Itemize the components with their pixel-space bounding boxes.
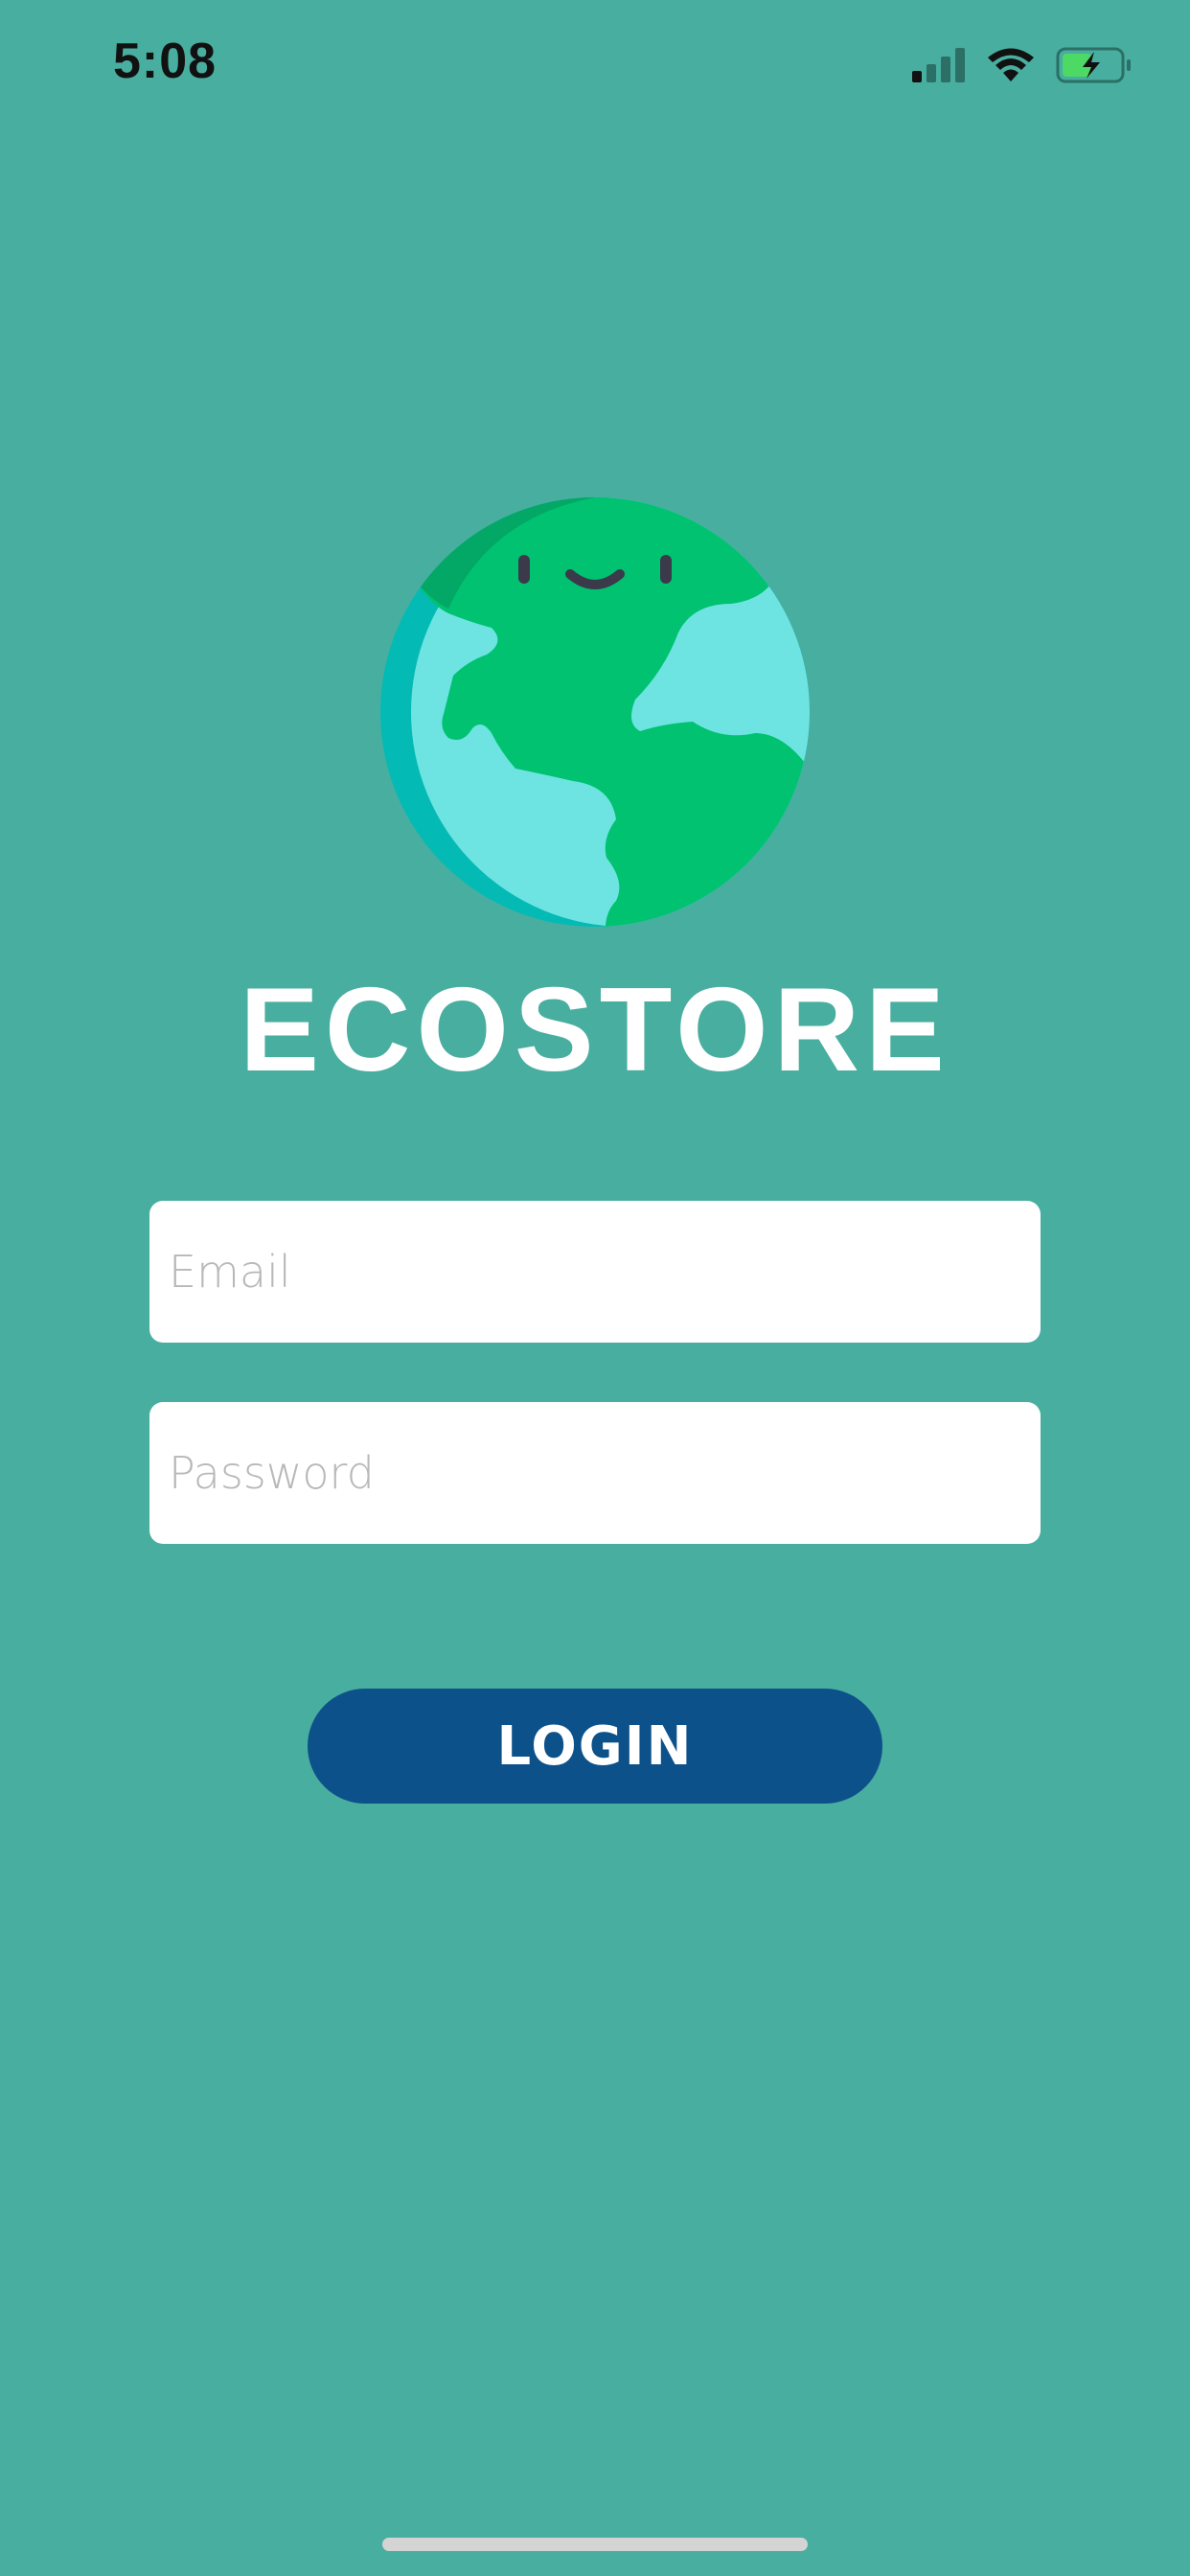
email-field[interactable] xyxy=(149,1201,1041,1343)
app-title: ECOSTORE xyxy=(240,964,950,1096)
password-field[interactable] xyxy=(149,1402,1041,1544)
status-time: 5:08 xyxy=(113,34,217,89)
status-bar: 5:08 xyxy=(0,0,1190,129)
login-button[interactable]: LOGIN xyxy=(308,1689,882,1804)
home-indicator[interactable] xyxy=(382,2538,808,2551)
wifi-icon xyxy=(988,48,1034,81)
smiling-earth-globe-icon xyxy=(377,494,813,931)
battery-charging-icon xyxy=(1056,47,1131,83)
status-icons xyxy=(912,42,1133,88)
cellular-signal-icon xyxy=(912,48,965,82)
